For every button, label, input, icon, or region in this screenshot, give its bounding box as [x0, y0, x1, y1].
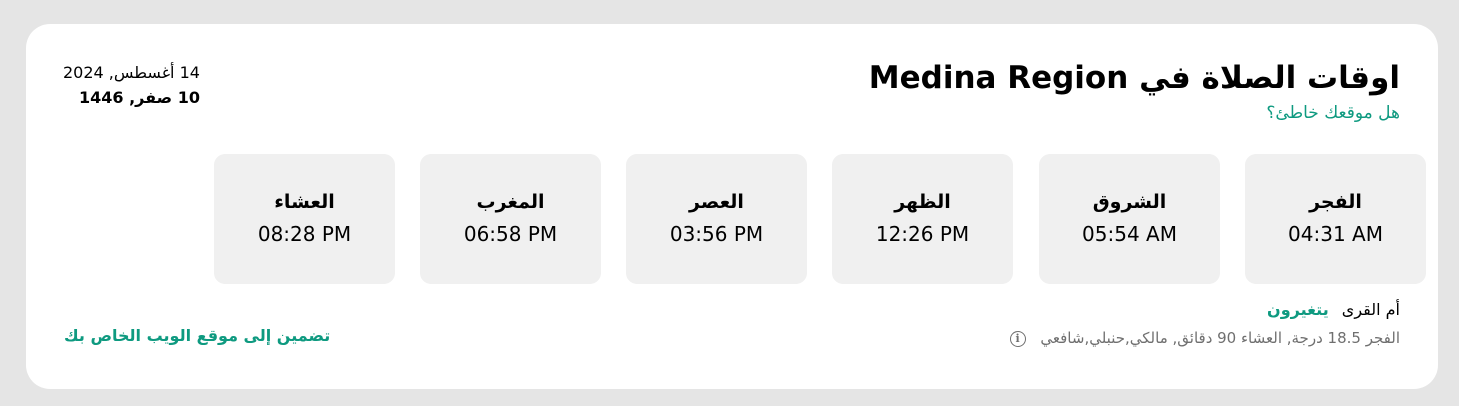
method-details: الفجر 18.5 درجة, العشاء 90 دقائق, مالكي,… — [1009, 329, 1400, 347]
prayer-card-dhuhr[interactable]: الظهر 12:26 PM — [832, 154, 1013, 284]
method-name: أم القرى — [1341, 300, 1400, 319]
method-details-text: الفجر 18.5 درجة, العشاء 90 دقائق, مالكي,… — [1040, 329, 1400, 347]
prayer-card-isha[interactable]: العشاء 08:28 PM — [214, 154, 395, 284]
prayer-card-fajr[interactable]: الفجر 04:31 AM — [1245, 154, 1426, 284]
info-icon[interactable]: i — [1009, 331, 1026, 347]
prayer-card-asr[interactable]: العصر 03:56 PM — [626, 154, 807, 284]
prayer-time: 06:58 PM — [463, 222, 558, 246]
prayer-name: الفجر — [1309, 191, 1362, 213]
calculation-method: أم القرى يتغيرون — [1267, 300, 1400, 319]
gregorian-date: 14 أغسطس, 2024 — [63, 63, 200, 82]
prayer-name: المغرب — [476, 191, 545, 213]
prayer-time: 03:56 PM — [669, 222, 764, 246]
prayer-card-maghrib[interactable]: المغرب 06:58 PM — [420, 154, 601, 284]
prayer-card-sunrise[interactable]: الشروق 05:54 AM — [1039, 154, 1220, 284]
embed-website-link[interactable]: تضمين إلى موقع الويب الخاص بك — [64, 326, 330, 345]
prayer-times-card: اوقات الصلاة في Medina Region هل موقعك خ… — [26, 24, 1438, 389]
prayer-name: العصر — [689, 191, 744, 213]
change-method-link[interactable]: يتغيرون — [1267, 300, 1329, 319]
hijri-date: 10 صفر, 1446 — [79, 88, 200, 107]
prayer-name: الظهر — [894, 191, 951, 213]
date-block: 14 أغسطس, 2024 10 صفر, 1446 — [63, 63, 200, 107]
page-title: اوقات الصلاة في Medina Region — [868, 60, 1400, 96]
prayer-name: الشروق — [1092, 191, 1167, 213]
prayer-time: 08:28 PM — [257, 222, 352, 246]
prayer-time: 04:31 AM — [1288, 222, 1383, 246]
prayer-time: 05:54 AM — [1082, 222, 1177, 246]
prayer-time: 12:26 PM — [875, 222, 970, 246]
wrong-location-link[interactable]: هل موقعك خاطئ؟ — [1266, 103, 1400, 123]
prayer-name: العشاء — [274, 191, 335, 213]
